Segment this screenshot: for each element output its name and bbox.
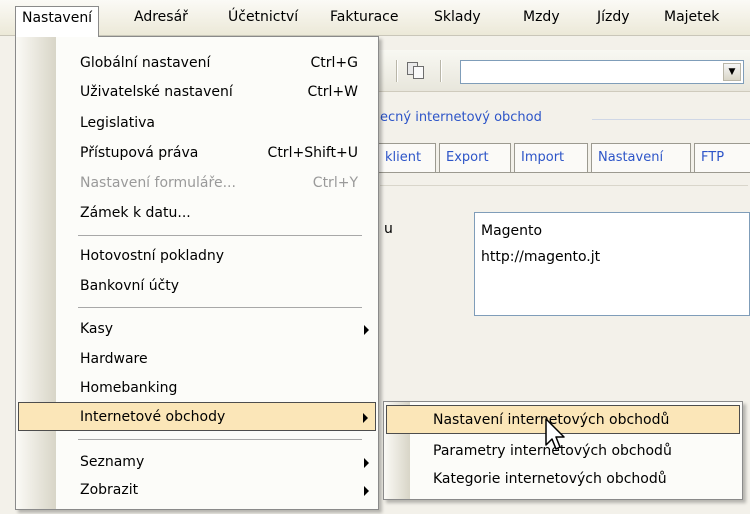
menu-item-kasy[interactable]: Kasy [18,315,376,344]
text-line: Magento [481,223,543,239]
text-line: http://magento.jt [481,249,601,265]
menu-item-internetove-obchody[interactable]: Internetové obchody [18,402,376,431]
menu-sklady[interactable]: Sklady [428,6,487,31]
submenu-arrow-icon [364,458,369,468]
menu-item-zobrazit[interactable]: Zobrazit [18,476,376,505]
menu-item-label: Kasy [80,321,114,337]
submenu-arrow-icon [364,325,369,335]
tab-klient[interactable]: klient [378,143,436,173]
menu-separator [78,439,362,440]
toolbar-separator [440,60,442,82]
menu-mzdy[interactable]: Mzdy [517,6,566,31]
section-title: ecný internetový obchod [380,110,542,125]
menu-item-nastaveni-formulare: Nastavení formuláře... Ctrl+Y [18,169,376,198]
menu-item-kategorie-internetovych-obchodu[interactable]: Kategorie internetových obchodů [386,465,740,494]
menu-item-label: Internetové obchody [80,409,226,425]
tab-ftp[interactable]: FTP [694,143,750,173]
menu-item-label: Legislativa [80,115,155,131]
menu-item-label: Homebanking [80,380,178,396]
tab-import[interactable]: Import [514,143,588,173]
nastaveni-menu: Globální nastavení Ctrl+G Uživatelské na… [15,36,379,510]
submenu-arrow-icon [363,413,368,423]
menu-majetek[interactable]: Majetek [658,6,725,31]
menu-item-label: Hotovostní pokladny [80,248,225,264]
menu-item-globalni-nastaveni[interactable]: Globální nastavení Ctrl+G [18,49,376,78]
menu-item-uzivatelske-nastaveni[interactable]: Uživatelské nastavení Ctrl+W [18,78,376,107]
menu-item-label: Přístupová práva [80,145,199,161]
menu-item-label: Nastavení formuláře... [80,175,236,191]
menu-item-label: Seznamy [80,454,145,470]
menu-item-homebanking[interactable]: Homebanking [18,374,376,403]
divider [378,172,750,173]
menu-item-label: Globální nastavení [80,55,211,71]
tab-export[interactable]: Export [439,143,511,173]
menu-item-label: Bankovní účty [80,278,180,294]
copy-icon[interactable] [406,62,428,80]
submenu-arrow-icon [364,486,369,496]
menu-ucetnictvi[interactable]: Účetnictví [222,6,304,31]
menu-jizdy[interactable]: Jízdy [591,6,636,31]
menu-item-shortcut: Ctrl+Y [312,175,358,191]
menu-item-legislativa[interactable]: Legislativa [18,109,376,138]
chevron-down-icon[interactable]: ▼ [723,63,741,81]
menu-adresar[interactable]: Adresář [128,6,194,31]
menu-item-seznamy[interactable]: Seznamy [18,448,376,477]
menu-item-label: Uživatelské nastavení [80,84,233,100]
divider [380,185,748,186]
toolbar-separator [396,60,398,82]
menu-item-zamek-k-datu[interactable]: Zámek k datu... [18,199,376,228]
menu-item-shortcut: Ctrl+W [307,84,358,100]
menu-item-label: Hardware [80,351,148,367]
menu-separator [78,307,362,308]
tab-nastaveni[interactable]: Nastavení [591,143,691,173]
menu-nastaveni[interactable]: Nastavení [15,6,100,37]
menu-item-hotovostni-pokladny[interactable]: Hotovostní pokladny [18,242,376,271]
mouse-pointer-icon [545,418,565,450]
shop-textarea[interactable]: Magento http://magento.jt [474,212,750,316]
menu-item-hardware[interactable]: Hardware [18,345,376,374]
menu-item-shortcut: Ctrl+G [310,55,359,71]
menu-item-shortcut: Ctrl+Shift+U [267,145,358,161]
menu-fakturace[interactable]: Fakturace [324,6,404,31]
menu-item-bankovni-ucty[interactable]: Bankovní účty [18,272,376,301]
field-label: u [384,221,393,237]
toolbar-combo[interactable]: ▼ [460,60,744,84]
menu-item-pristupova-prava[interactable]: Přístupová práva Ctrl+Shift+U [18,139,376,168]
menu-item-label: Kategorie internetových obchodů [433,471,667,487]
divider [592,119,750,120]
menu-item-label: Zámek k datu... [80,205,191,221]
menu-bar: Nastavení Adresář Účetnictví Fakturace S… [0,0,750,37]
menu-item-label: Zobrazit [80,482,139,498]
menu-separator [78,235,362,236]
